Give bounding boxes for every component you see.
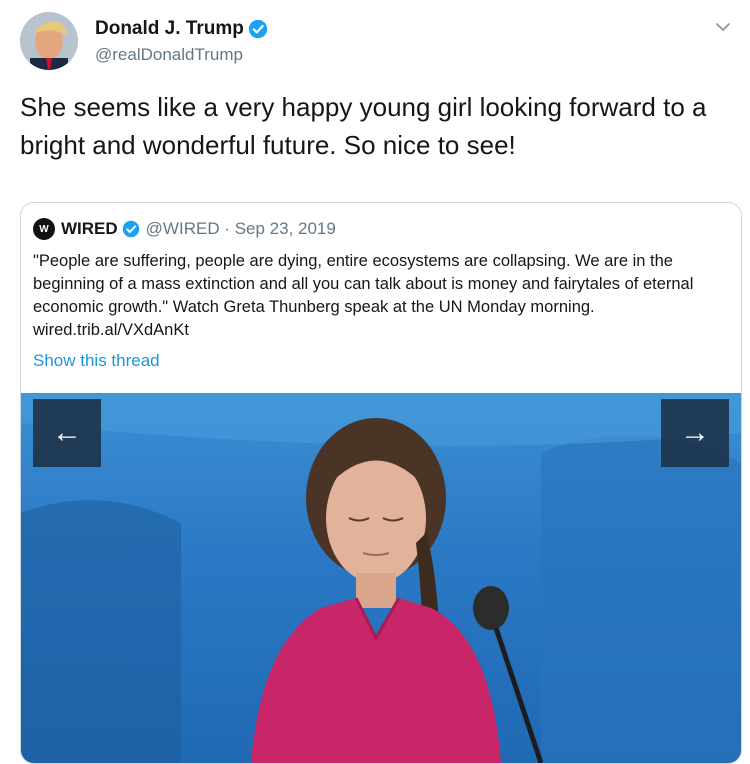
quoted-author-name[interactable]: WIRED bbox=[61, 219, 118, 239]
wired-logo: W bbox=[33, 218, 55, 240]
tweet-text: She seems like a very happy young girl l… bbox=[20, 92, 707, 160]
carousel-next-button[interactable]: → bbox=[661, 399, 729, 467]
quoted-tweet-header: W WIRED @WIRED · Sep 23, 2019 bbox=[33, 218, 336, 240]
arrow-right-icon: → bbox=[680, 416, 710, 449]
author-name-text: Donald J. Trump bbox=[95, 18, 244, 39]
carousel-prev-button[interactable]: ← bbox=[33, 399, 101, 467]
author-name[interactable]: Donald J. Trump bbox=[95, 18, 268, 40]
media-carousel[interactable]: ← → bbox=[21, 393, 741, 763]
author-avatar[interactable] bbox=[20, 12, 78, 70]
arrow-left-icon: ← bbox=[52, 416, 82, 449]
quoted-tweet-text: "People are suffering, people are dying,… bbox=[33, 252, 694, 339]
verified-badge-icon bbox=[122, 220, 139, 238]
author-handle[interactable]: @realDonaldTrump bbox=[95, 45, 243, 65]
quoted-tweet-card[interactable]: W WIRED @WIRED · Sep 23, 2019 "People ar… bbox=[20, 202, 742, 764]
chevron-down-icon[interactable] bbox=[714, 20, 732, 34]
quoted-tweet-meta: @WIRED · Sep 23, 2019 bbox=[145, 219, 336, 238]
verified-badge-icon bbox=[248, 19, 268, 39]
media-image bbox=[21, 393, 741, 763]
show-thread-link[interactable]: Show this thread bbox=[33, 351, 160, 371]
